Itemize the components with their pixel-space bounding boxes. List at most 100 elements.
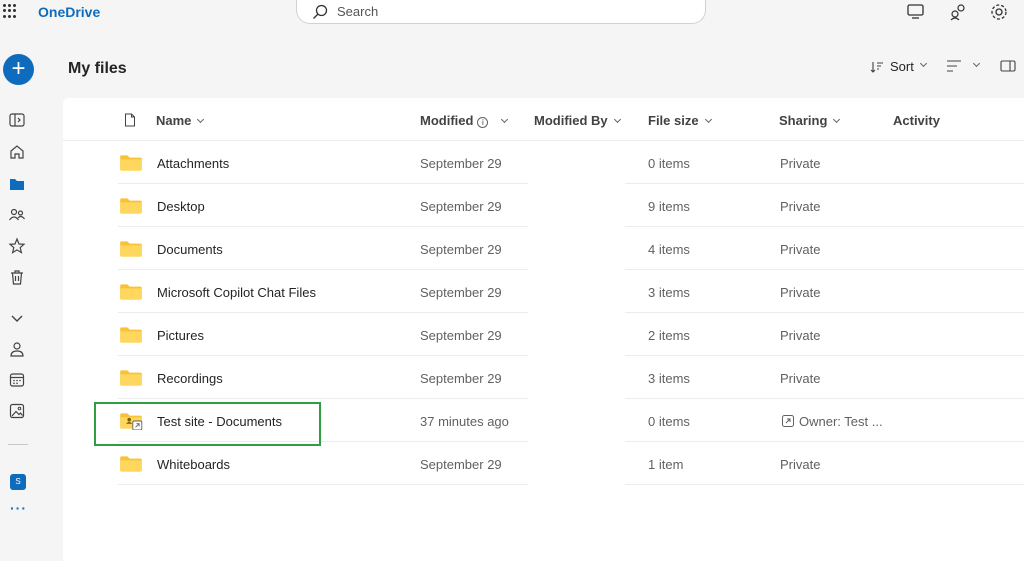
file-row[interactable]: Microsoft Copilot Chat Files September 29…	[63, 270, 1024, 313]
file-size: 9 items	[648, 199, 690, 214]
list-view-icon	[947, 60, 961, 72]
column-name[interactable]: Name	[156, 113, 205, 128]
file-modified: September 29	[420, 285, 502, 300]
file-sharing: Private	[780, 242, 821, 257]
chevron-down-icon[interactable]	[8, 309, 26, 327]
shared-people-icon[interactable]	[8, 206, 26, 224]
app-launcher-icon[interactable]	[3, 4, 17, 18]
expand-pane-icon[interactable]	[8, 111, 26, 129]
photo-icon[interactable]	[8, 402, 26, 420]
file-modified: September 29	[420, 371, 502, 386]
column-file-size[interactable]: File size	[648, 113, 712, 128]
file-name[interactable]: Recordings	[157, 371, 223, 386]
file-sharing: Private	[780, 457, 821, 472]
file-row[interactable]: Documents September 29 4 items Private	[63, 227, 1024, 270]
row-divider	[118, 484, 528, 485]
column-sharing[interactable]: Sharing	[779, 113, 841, 128]
column-activity[interactable]: Activity	[893, 113, 940, 128]
column-modified[interactable]: Modified i	[420, 113, 509, 128]
file-modified: September 29	[420, 199, 502, 214]
chevron-down-icon	[501, 115, 509, 124]
chevron-down-icon	[704, 115, 712, 124]
folder-icon	[120, 284, 142, 300]
chevron-down-icon	[197, 115, 205, 124]
home-icon[interactable]	[8, 143, 26, 161]
file-row[interactable]: Pictures September 29 2 items Private	[63, 313, 1024, 356]
chevron-down-icon	[613, 115, 621, 124]
file-modified: September 29	[420, 242, 502, 257]
chevron-down-icon	[833, 115, 841, 124]
column-name-label: Name	[156, 113, 192, 128]
people-connect-icon[interactable]	[948, 2, 968, 22]
folder-icon	[120, 327, 142, 343]
file-row[interactable]: Whiteboards September 29 1 item Private	[63, 442, 1024, 485]
file-sharing: Private	[780, 156, 821, 171]
page-title: My files	[68, 60, 127, 77]
gear-icon[interactable]	[989, 2, 1009, 22]
file-row[interactable]: Attachments September 29 0 items Private	[63, 141, 1024, 184]
folder-icon	[120, 370, 142, 386]
file-name[interactable]: Attachments	[157, 156, 229, 171]
file-size: 3 items	[648, 371, 690, 386]
info-icon[interactable]: i	[477, 117, 489, 128]
file-sharing: Private	[780, 199, 821, 214]
column-modified-by[interactable]: Modified By	[534, 113, 621, 128]
file-size: 3 items	[648, 285, 690, 300]
folder-icon	[120, 155, 142, 171]
file-name[interactable]: Desktop	[157, 199, 205, 214]
top-bar: OneDrive	[0, 0, 1024, 30]
file-size: 4 items	[648, 242, 690, 257]
column-modified-by-label: Modified By	[534, 113, 608, 128]
recycle-bin-icon[interactable]	[8, 268, 26, 286]
star-icon[interactable]	[8, 237, 26, 255]
file-size: 0 items	[648, 414, 690, 429]
file-size: 1 item	[648, 457, 684, 472]
file-row[interactable]: Desktop September 29 9 items Private	[63, 184, 1024, 227]
file-sharing-label: Owner: Test ...	[799, 414, 883, 429]
file-sharing: Private	[780, 371, 821, 386]
rail-divider	[8, 444, 28, 445]
sort-button[interactable]: Sort	[870, 59, 927, 74]
file-name[interactable]: Whiteboards	[157, 457, 230, 472]
file-row[interactable]: Recordings September 29 3 items Private	[63, 356, 1024, 399]
column-modified-label: Modified	[420, 113, 474, 128]
column-sharing-label: Sharing	[779, 113, 828, 128]
column-file-size-label: File size	[648, 113, 699, 128]
file-modified: September 29	[420, 457, 502, 472]
file-modified: September 29	[420, 156, 502, 171]
monitor-icon[interactable]	[906, 2, 926, 22]
site-badge[interactable]: S	[10, 474, 26, 490]
person-icon[interactable]	[8, 340, 26, 358]
app-title[interactable]: OneDrive	[38, 4, 100, 20]
sort-label: Sort	[890, 59, 914, 74]
file-name[interactable]: Pictures	[157, 328, 204, 343]
calendar-icon[interactable]	[8, 371, 26, 389]
row-divider	[625, 484, 1024, 485]
file-sharing[interactable]: Owner: Test ...	[782, 414, 883, 429]
file-name[interactable]: Microsoft Copilot Chat Files	[157, 285, 316, 300]
file-size: 0 items	[648, 156, 690, 171]
folder-icon	[120, 456, 142, 472]
files-panel: Name Modified i Modified By File size Sha…	[63, 98, 1024, 561]
file-name[interactable]: Documents	[157, 242, 223, 257]
shortcut-link-icon	[782, 415, 794, 427]
file-size: 2 items	[648, 328, 690, 343]
chevron-down-icon	[919, 59, 927, 68]
left-rail: + S ···	[0, 30, 36, 561]
search-icon	[313, 4, 328, 19]
details-pane-icon	[1000, 60, 1016, 72]
chevron-down-icon	[972, 59, 981, 67]
more-icon[interactable]: ···	[10, 500, 27, 516]
sort-icon	[870, 61, 883, 73]
create-new-button[interactable]: +	[3, 54, 34, 85]
file-sharing: Private	[780, 328, 821, 343]
file-type-icon[interactable]	[124, 113, 136, 127]
file-modified: September 29	[420, 328, 502, 343]
folder-icon[interactable]	[8, 175, 26, 193]
selection-highlight	[94, 402, 321, 446]
search-input[interactable]	[337, 3, 637, 20]
view-options-button[interactable]	[946, 59, 981, 73]
folder-icon	[120, 241, 142, 257]
details-pane-button[interactable]	[1000, 59, 1016, 73]
search-box[interactable]	[296, 0, 706, 24]
